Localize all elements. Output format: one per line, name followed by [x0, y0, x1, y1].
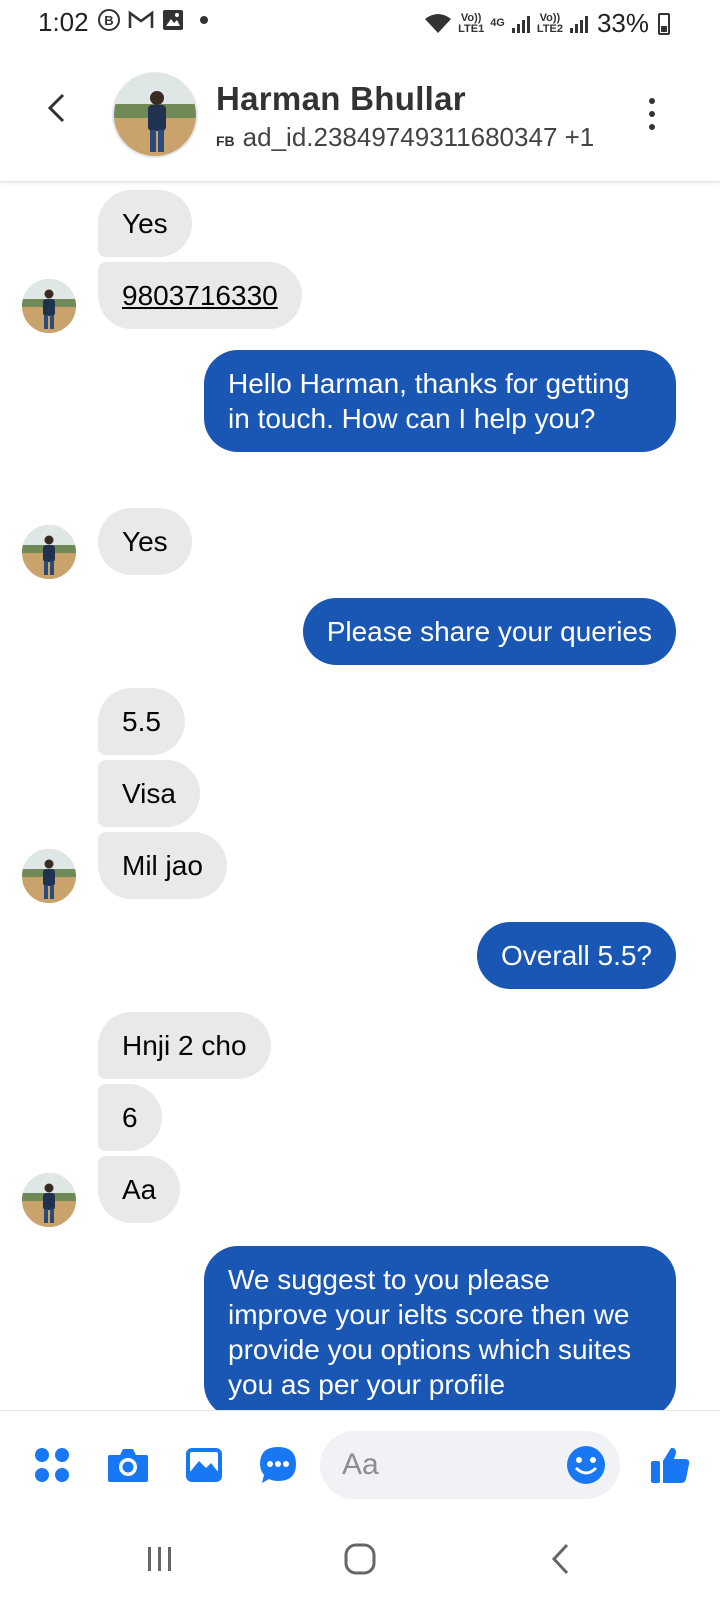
emoji-button[interactable]	[564, 1443, 608, 1487]
system-navigation-bar	[0, 1522, 720, 1600]
sim2-label: Vo)) LTE2	[536, 11, 563, 35]
dot-icon	[200, 16, 208, 24]
message-incoming[interactable]: Aa	[98, 1156, 181, 1223]
message-incoming[interactable]: Mil jao	[98, 832, 227, 899]
message-composer	[0, 1410, 720, 1522]
gallery-icon	[186, 1448, 222, 1482]
camera-icon	[108, 1449, 148, 1482]
contact-name: Harman Bhullar	[216, 80, 466, 117]
conversation-header: Harman Bhullar FB ad_id.2384974931168034…	[0, 46, 720, 182]
status-time: 1:02	[38, 7, 89, 37]
sim1-label: Vo)) LTE1	[458, 11, 485, 35]
chevron-left-icon	[47, 93, 65, 123]
back-icon	[551, 1543, 569, 1575]
b-icon: B	[98, 9, 120, 31]
sender-avatar	[22, 1173, 76, 1227]
message-incoming[interactable]: Hnji 2 cho	[98, 1012, 271, 1079]
ad-id-text: ad_id.23849749311680347 +1	[242, 122, 595, 152]
sender-avatar	[22, 279, 76, 333]
message-incoming[interactable]: 6	[98, 1084, 162, 1151]
home-button[interactable]	[330, 1534, 390, 1584]
battery-percent: 33%	[596, 8, 649, 38]
more-dot	[649, 98, 655, 104]
like-icon	[651, 1447, 690, 1483]
contact-avatar[interactable]	[112, 72, 198, 158]
sender-avatar	[22, 849, 76, 903]
message-outgoing[interactable]: Overall 5.5?	[477, 922, 676, 989]
nav-back-button[interactable]	[530, 1534, 590, 1584]
message-input[interactable]	[342, 1431, 552, 1499]
wifi-icon	[425, 13, 452, 33]
gallery-button[interactable]	[180, 1441, 228, 1489]
gmail-icon	[128, 10, 154, 28]
signal-icon	[569, 15, 588, 33]
system-status-icons: Vo)) LTE1 4G Vo)) LTE2 33%	[424, 8, 670, 39]
notification-icons: B	[98, 9, 208, 31]
message-incoming[interactable]: Yes	[98, 190, 192, 257]
sender-avatar	[22, 525, 76, 579]
status-bar: 1:02 B Vo)) LTE1 4G Vo)) LTE2 33%	[0, 0, 720, 46]
source-tag: FB	[216, 133, 235, 149]
more-dot	[649, 111, 655, 117]
message-incoming[interactable]: 5.5	[98, 688, 185, 755]
home-icon	[344, 1543, 376, 1575]
phone-number-link[interactable]: 9803716330	[122, 280, 278, 311]
apps-icon	[35, 1448, 69, 1482]
message-input-field[interactable]	[320, 1431, 620, 1499]
apps-button[interactable]	[28, 1441, 76, 1489]
messenger-more-button[interactable]	[254, 1441, 302, 1489]
camera-button[interactable]	[104, 1441, 152, 1489]
message-thread[interactable]: Yes 9803716330 Hello Harman, thanks for …	[0, 182, 720, 1410]
message-outgoing[interactable]: Hello Harman, thanks for getting in touc…	[204, 350, 676, 452]
message-incoming[interactable]: Yes	[98, 508, 192, 575]
message-outgoing[interactable]: We suggest to you please improve your ie…	[204, 1246, 676, 1410]
back-button[interactable]	[36, 88, 76, 128]
messenger-more-icon	[260, 1447, 296, 1483]
message-outgoing[interactable]: Please share your queries	[302, 598, 676, 665]
recent-apps-button[interactable]	[130, 1534, 190, 1584]
recent-apps-icon	[148, 1547, 171, 1571]
battery-icon	[658, 12, 670, 35]
contact-subtitle: FB ad_id.23849749311680347 +1	[216, 122, 594, 153]
gallery-icon	[163, 10, 183, 30]
message-incoming[interactable]: Visa	[98, 760, 200, 827]
more-options-button[interactable]	[640, 94, 664, 134]
emoji-icon	[567, 1446, 605, 1484]
like-button[interactable]	[646, 1441, 694, 1489]
message-incoming[interactable]: 9803716330	[98, 262, 302, 329]
signal-icon	[511, 15, 530, 33]
more-dot	[649, 124, 655, 130]
network-label: 4G	[490, 17, 505, 29]
